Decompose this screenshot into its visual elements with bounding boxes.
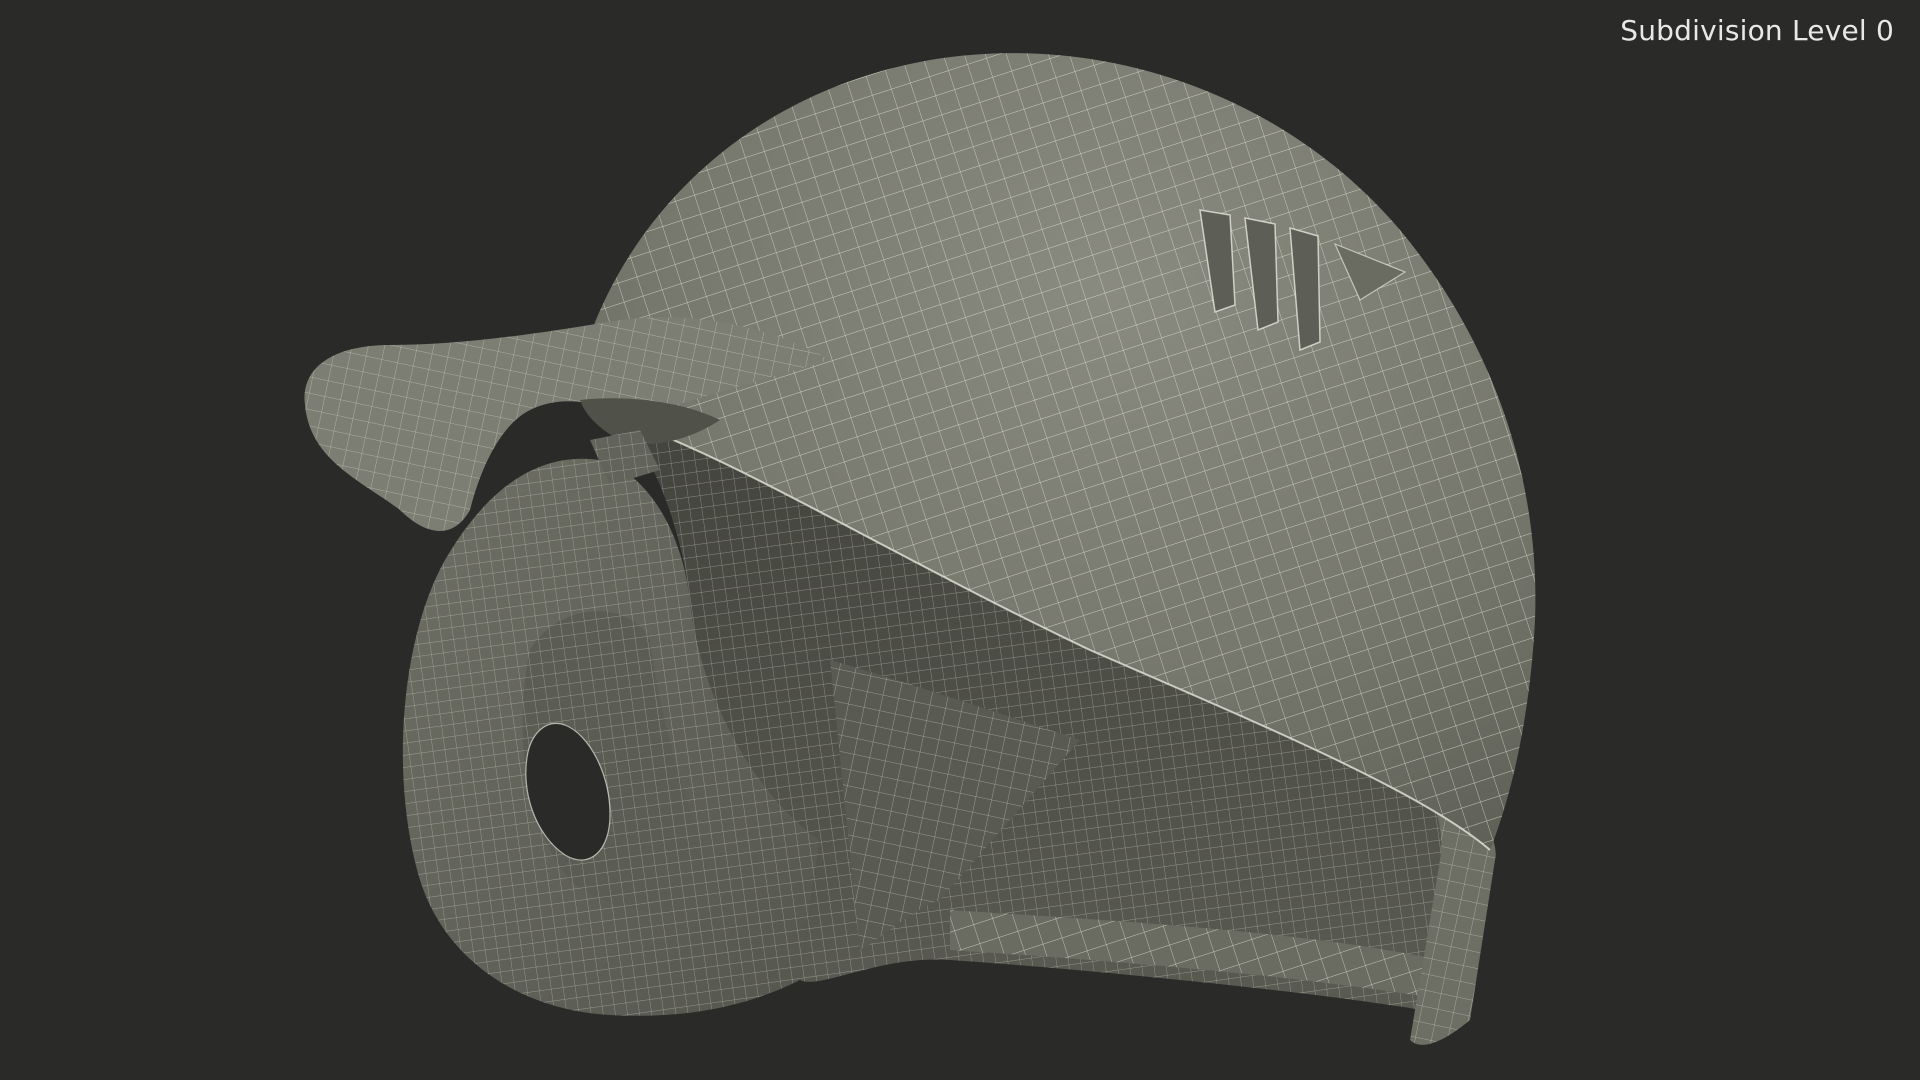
helmet-wireframe-render	[304, 53, 1536, 1045]
subdivision-level-label: Subdivision Level 0	[1620, 14, 1894, 47]
render-viewport[interactable]: Subdivision Level 0	[0, 0, 1920, 1080]
